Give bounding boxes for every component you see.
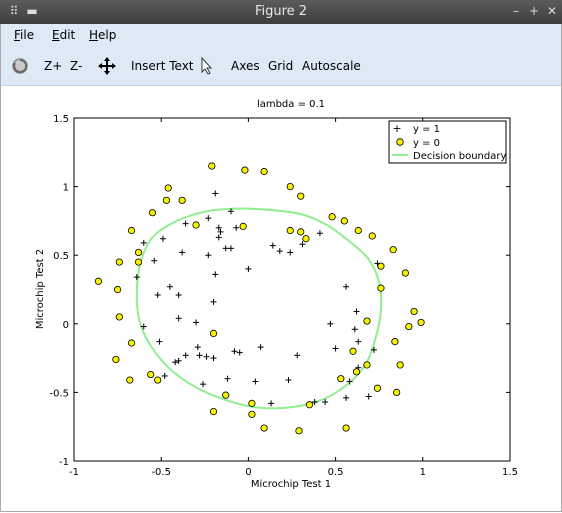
window-title: Figure 2 xyxy=(254,4,308,19)
data-point-y0 xyxy=(295,427,303,435)
axes-button[interactable]: Axes xyxy=(231,59,260,73)
legend-label-boundary: Decision boundary xyxy=(413,151,506,162)
data-point-y0 xyxy=(260,424,268,432)
data-point-y0 xyxy=(248,399,256,407)
data-point-y0 xyxy=(297,228,305,236)
autoscale-button[interactable]: Autoscale xyxy=(302,59,361,73)
data-point-y0 xyxy=(114,285,122,294)
data-point-y0 xyxy=(377,284,385,292)
data-point-y0 xyxy=(126,376,134,384)
legend: + y = 1 y = 0 Decision boundary xyxy=(388,120,507,164)
data-point-y0 xyxy=(164,184,172,192)
rotate-icon[interactable] xyxy=(10,56,30,76)
data-point-y0 xyxy=(209,329,218,338)
data-point-y0 xyxy=(354,226,362,235)
data-point-y0 xyxy=(127,339,136,347)
y-tick-label: 1.5 xyxy=(53,114,69,125)
data-point-y0 xyxy=(337,375,345,383)
data-point-y0 xyxy=(349,347,357,355)
data-point-y0 xyxy=(94,277,103,285)
legend-label-y0: y = 0 xyxy=(413,138,440,149)
x-tick-label: 1 xyxy=(420,467,426,478)
data-point-y0 xyxy=(391,338,399,346)
insert-text-button[interactable]: Insert Text xyxy=(131,59,194,73)
data-point-y0 xyxy=(405,322,413,331)
menu-bar: File Edit Help xyxy=(0,24,562,45)
data-point-y0 xyxy=(222,391,230,399)
data-point-y0 xyxy=(112,355,120,364)
plot-frame xyxy=(73,117,511,462)
data-point-y0 xyxy=(286,183,294,191)
data-point-y0 xyxy=(305,401,314,409)
data-point-y0 xyxy=(209,408,218,416)
data-point-y0 xyxy=(401,269,409,277)
legend-plus-marker: + xyxy=(392,122,401,135)
data-point-y0 xyxy=(410,307,418,316)
toolbar: Z+ Z- Insert Text Axes Grid Autoscale xyxy=(0,45,562,86)
data-point-y0 xyxy=(208,162,216,170)
data-point-y0 xyxy=(377,262,385,270)
data-point-y0 xyxy=(302,235,310,243)
data-point-y0 xyxy=(260,167,268,176)
data-point-y0 xyxy=(417,318,425,327)
scatter-chart: lambda = 0.1 -1 -0.5 0 0.5 1 1.5 -1 -0.5 0 0.5 1 1.… xyxy=(35,99,518,490)
menu-help[interactable]: Help xyxy=(89,28,116,42)
legend-label-y1: y = 1 xyxy=(413,124,440,135)
menu-file[interactable]: File xyxy=(14,28,34,42)
data-point-y0 xyxy=(328,213,336,221)
data-point-y0 xyxy=(396,361,404,369)
close-button[interactable]: ✕ xyxy=(544,3,560,19)
x-tick-label: -0.5 xyxy=(151,467,171,478)
x-tick-label: -1 xyxy=(69,467,79,478)
data-point-y0 xyxy=(297,192,305,200)
data-point-y0 xyxy=(134,248,143,257)
data-point-y0 xyxy=(115,313,123,321)
x-tick-label: 0.5 xyxy=(328,467,344,478)
data-point-y0 xyxy=(352,368,361,376)
data-point-y0 xyxy=(248,410,256,418)
data-point-y0 xyxy=(373,384,382,392)
data-point-y0 xyxy=(286,226,294,235)
pointer-icon[interactable] xyxy=(200,57,214,75)
data-point-y0 xyxy=(241,166,249,174)
data-point-y0 xyxy=(363,317,371,325)
x-tick-label: 0 xyxy=(245,467,251,478)
y-tick-label: -1 xyxy=(59,457,69,468)
x-axis-label: Microchip Test 1 xyxy=(251,479,331,490)
zoom-in-button[interactable]: Z+ xyxy=(44,59,62,73)
data-point-y0 xyxy=(192,221,200,229)
y-axis-label: Microchip Test 2 xyxy=(35,249,46,329)
data-point-y0 xyxy=(239,222,247,230)
plot-area[interactable]: lambda = 0.1 -1 -0.5 0 0.5 1 1.5 -1 -0.5 0 0.5 1 1.… xyxy=(0,86,562,506)
y-tick-label: 1 xyxy=(63,183,69,194)
chart-title: lambda = 0.1 xyxy=(257,99,325,110)
data-point-y0 xyxy=(134,258,143,266)
data-point-y0 xyxy=(115,258,123,266)
maximize-button[interactable]: + xyxy=(526,3,542,19)
y-tick-label: 0.5 xyxy=(53,251,69,262)
window-titlebar: ⠿ ▬ Figure 2 – + ✕ xyxy=(0,0,562,24)
y-tick-label: 0 xyxy=(63,320,69,331)
data-point-y0 xyxy=(340,217,348,225)
data-point-y0 xyxy=(162,196,171,204)
x-tick-label: 1.5 xyxy=(502,467,518,478)
data-point-y0 xyxy=(368,232,376,240)
menu-edit[interactable]: Edit xyxy=(52,28,75,42)
y-tick-label: -0.5 xyxy=(49,388,69,399)
data-point-y0 xyxy=(178,196,186,204)
data-point-y0 xyxy=(389,246,397,254)
data-point-y0 xyxy=(393,388,401,396)
data-point-y0 xyxy=(363,361,371,369)
data-point-y0 xyxy=(147,370,155,379)
minimize-button[interactable]: – xyxy=(508,3,524,19)
data-point-y0 xyxy=(154,376,162,384)
pan-icon[interactable] xyxy=(97,56,117,76)
legend-circle-marker xyxy=(396,138,404,146)
data-point-y0 xyxy=(342,424,350,432)
data-point-y0 xyxy=(148,209,157,217)
zoom-out-button[interactable]: Z- xyxy=(70,59,82,73)
grid-button[interactable]: Grid xyxy=(268,59,293,73)
data-point-y0 xyxy=(127,226,136,235)
